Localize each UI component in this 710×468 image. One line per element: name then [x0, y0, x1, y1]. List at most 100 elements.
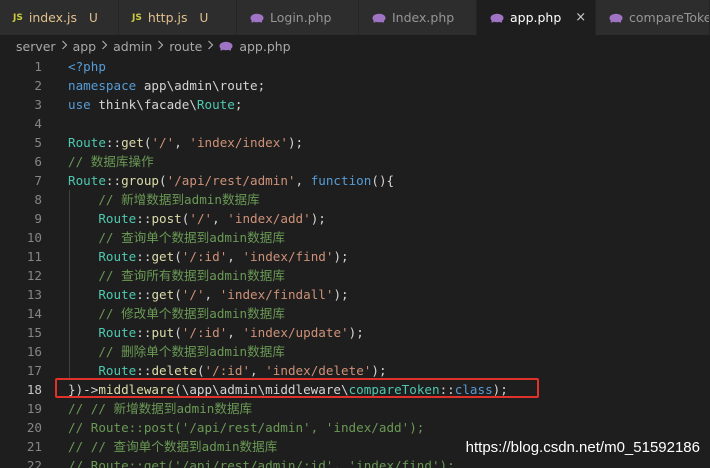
line-number: 10 — [26, 230, 42, 245]
code-line: 17 Route::delete('/:id', 'index/delete')… — [0, 361, 710, 380]
tab-app-php[interactable]: app.php × — [477, 0, 596, 35]
chevron-right-icon — [207, 40, 214, 53]
token: Route — [68, 135, 106, 150]
token: 'index/add' — [227, 211, 311, 226]
line-number: 8 — [34, 192, 42, 207]
token: // 数据库操作 — [68, 154, 154, 169]
code-line: 13 Route::get('/', 'index/findall'); — [0, 285, 710, 304]
code-line: 11 Route::get('/:id', 'index/find'); — [0, 247, 710, 266]
code-line: 15 Route::put('/:id', 'index/update'); — [0, 323, 710, 342]
line-number: 5 — [34, 135, 42, 150]
line-number: 7 — [34, 173, 42, 188]
line-number: 15 — [26, 325, 42, 340]
code-line: 16 // 删除单个数据到admin数据库 — [0, 342, 710, 361]
token: // // 新增数据到admin数据库 — [68, 401, 253, 416]
token: 'index/update' — [242, 325, 349, 340]
tab-label: Index.php — [392, 10, 455, 25]
token: \app\admin\middleware\ — [181, 382, 349, 397]
token: get — [151, 287, 175, 302]
token: ); — [333, 249, 349, 264]
php-elephant-icon — [219, 41, 233, 51]
token: post — [151, 211, 182, 226]
code-text: use think\facade\Route; — [68, 95, 242, 114]
token: , — [212, 211, 228, 226]
token: Route — [98, 325, 137, 340]
tab-index-js[interactable]: JS index.js U — [0, 0, 119, 35]
breadcrumb-item[interactable]: server — [16, 39, 56, 54]
code-text: // 修改单个数据到admin数据库 — [68, 304, 285, 323]
code-line: 7 Route::group('/api/rest/admin', functio… — [0, 171, 710, 190]
code-editor[interactable]: 1 <?php 2 namespace app\admin\route; 3 use th… — [0, 57, 710, 468]
token: ( — [174, 325, 182, 340]
line-number: 19 — [26, 401, 42, 416]
tab-http-js[interactable]: JS http.js U — [119, 0, 237, 35]
token: Route — [196, 97, 235, 112]
token: compareToken — [348, 382, 440, 397]
code-text: // 数据库操作 — [68, 152, 154, 171]
code-line: 3 use think\facade\Route; — [0, 95, 710, 114]
token: '/:id' — [181, 249, 228, 264]
breadcrumb: server app admin route app.php — [0, 35, 710, 57]
token: ( — [196, 363, 205, 378]
code-text: Route::delete('/:id', 'index/delete'); — [68, 361, 386, 380]
line-number: 20 — [26, 420, 42, 435]
untracked-badge: U — [89, 10, 98, 25]
code-text: // Route::post('/api/rest/admin', 'index… — [68, 418, 424, 437]
breadcrumb-item[interactable]: route — [169, 39, 202, 54]
code-line: 19 // // 新增数据到admin数据库 — [0, 399, 710, 418]
code-text: <?php — [68, 57, 106, 76]
token: ; — [257, 78, 266, 93]
token: :: — [136, 287, 152, 302]
token: 'index/findall' — [219, 287, 334, 302]
token: <?php — [68, 59, 106, 74]
code-line: 9 Route::post('/', 'index/add'); — [0, 209, 710, 228]
token: class — [454, 382, 493, 397]
code-line: 14 // 修改单个数据到admin数据库 — [0, 304, 710, 323]
token: ); — [287, 135, 304, 150]
tab-login-php[interactable]: Login.php — [237, 0, 359, 35]
code-line: 20 // Route::post('/api/rest/admin', 'ind… — [0, 418, 710, 437]
token: :: — [439, 382, 455, 397]
tab-label: index.js — [28, 10, 78, 25]
line-number: 1 — [34, 59, 42, 74]
breadcrumb-item[interactable]: app — [73, 39, 97, 54]
token: get — [121, 135, 144, 150]
code-line: 10 // 查询单个数据到admin数据库 — [0, 228, 710, 247]
code-line: 8 // 新增数据到admin数据库 — [0, 190, 710, 209]
close-icon[interactable]: × — [575, 10, 586, 25]
tab-comparetoken[interactable]: compareToken — [596, 0, 710, 35]
token: // // 查询单个数据到admin数据库 — [68, 439, 278, 454]
token: '/:id' — [181, 325, 228, 340]
tab-label: compareToken — [629, 10, 709, 25]
code-text: Route::post('/', 'index/add'); — [68, 209, 326, 228]
code-line: 5 Route::get('/', 'index/index'); — [0, 133, 710, 152]
token: 'index/delete' — [265, 363, 372, 378]
code-text: // 删除单个数据到admin数据库 — [68, 342, 285, 361]
token: app\admin\route — [143, 78, 258, 93]
tab-label: http.js — [147, 10, 188, 25]
token: put — [151, 325, 175, 340]
line-number: 21 — [26, 439, 42, 454]
token: // Route::get('/api/rest/admin/:id', 'in… — [68, 458, 455, 468]
breadcrumb-item[interactable]: app.php — [239, 39, 290, 54]
untracked-badge: U — [199, 10, 209, 25]
token: get — [151, 249, 175, 264]
line-number: 17 — [26, 363, 42, 378]
code-line: 22 // Route::get('/api/rest/admin/:id', '… — [0, 456, 710, 468]
code-line: 18})->middleware(\app\admin\middleware\c… — [0, 380, 710, 399]
token: namespace — [68, 78, 144, 93]
tab-bar: JS index.js U JS http.js U Login.php Index.php a… — [0, 0, 710, 35]
token: Route — [68, 173, 106, 188]
breadcrumb-item[interactable]: admin — [113, 39, 152, 54]
token: Route — [98, 211, 137, 226]
line-number: 12 — [26, 268, 42, 283]
token: , — [227, 325, 243, 340]
token: think\facade\ — [98, 97, 197, 112]
token: use — [68, 97, 99, 112]
token: // 查询单个数据到admin数据库 — [68, 230, 285, 245]
tab-index-php[interactable]: Index.php — [359, 0, 477, 35]
code-text: Route::get('/', 'index/findall'); — [68, 285, 348, 304]
